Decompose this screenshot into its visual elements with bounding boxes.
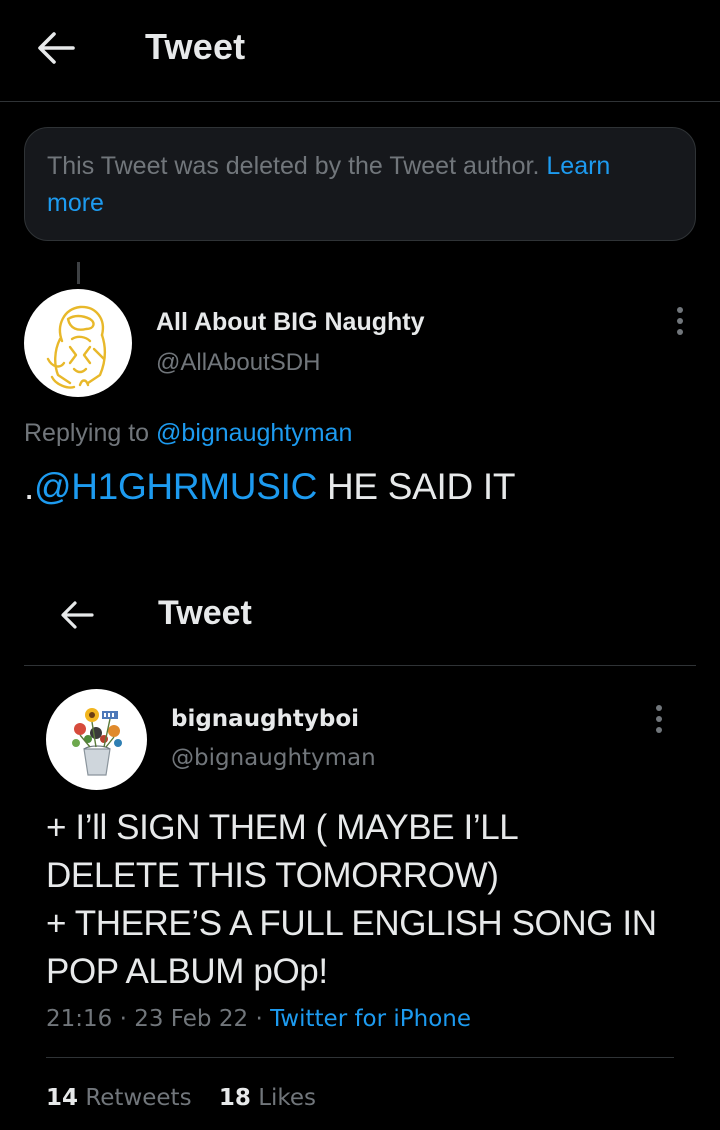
retweets-stat: 14 Retweets bbox=[46, 1085, 192, 1111]
likes-stat: 18 Likes bbox=[219, 1085, 316, 1111]
tweet-time: 21:16 bbox=[46, 1006, 113, 1032]
tweet-text-rest: HE SAID IT bbox=[316, 466, 516, 507]
tweet-date: 23 Feb 22 bbox=[134, 1006, 249, 1032]
thread-connector-line bbox=[77, 262, 80, 284]
arrow-left-icon bbox=[38, 32, 75, 64]
embedded-tweet-text: + I’ll SIGN THEM ( MAYBE I’LL DELETE THI… bbox=[46, 804, 686, 996]
more-vertical-icon bbox=[677, 307, 683, 313]
flower-bucket-icon bbox=[72, 708, 122, 776]
embedded-tweet-line: + I’ll SIGN THEM ( MAYBE I’LL bbox=[46, 808, 519, 847]
embedded-tweet-line: + THERE’S A FULL ENGLISH SONG IN bbox=[46, 904, 657, 943]
embedded-title: Tweet bbox=[158, 594, 252, 632]
more-vertical-icon bbox=[656, 705, 662, 711]
meta-separator: · bbox=[119, 1006, 127, 1032]
likes-label: Likes bbox=[258, 1085, 317, 1111]
avatar-drawing-icon bbox=[46, 305, 106, 389]
page-title: Tweet bbox=[145, 26, 246, 67]
more-options-button[interactable] bbox=[664, 303, 696, 339]
meta-divider bbox=[46, 1057, 674, 1058]
likes-count: 18 bbox=[218, 1085, 251, 1111]
replying-label: Replying to bbox=[24, 419, 150, 447]
back-button[interactable] bbox=[28, 22, 84, 74]
retweets-count: 14 bbox=[46, 1085, 79, 1111]
deleted-tweet-notice: This Tweet was deleted by the Tweet auth… bbox=[24, 127, 696, 241]
retweets-label: Retweets bbox=[85, 1085, 192, 1111]
replying-handle-link[interactable]: @bignaughtyman bbox=[156, 419, 352, 447]
top-header bbox=[0, 0, 720, 102]
embedded-author-name: bignaughtyboi bbox=[171, 706, 360, 732]
notice-text: This Tweet was deleted by the Tweet auth… bbox=[47, 152, 540, 180]
tweet-text: .@H1GHRMUSIC HE SAID IT bbox=[24, 466, 515, 508]
replying-to: Replying to @bignaughtyman bbox=[24, 419, 352, 448]
author-name[interactable]: All About BIG Naughty bbox=[156, 308, 425, 337]
embedded-tweet-line: POP ALBUM pOp! bbox=[46, 952, 328, 991]
tweet-text-prefix: . bbox=[24, 466, 34, 507]
embedded-divider bbox=[24, 665, 696, 666]
tweet-metadata: 21:16 · 23 Feb 22 · Twitter for iPhone bbox=[46, 1006, 471, 1032]
arrow-left-icon bbox=[61, 601, 94, 629]
avatar[interactable] bbox=[24, 289, 132, 397]
tweet-source: Twitter for iPhone bbox=[270, 1006, 472, 1032]
embedded-back-icon-wrapper bbox=[50, 592, 104, 638]
mention-link[interactable]: @H1GHRMUSIC bbox=[34, 466, 317, 507]
meta-separator: · bbox=[255, 1006, 263, 1032]
embedded-more-options bbox=[643, 701, 675, 737]
author-handle[interactable]: @AllAboutSDH bbox=[156, 349, 320, 377]
embedded-avatar bbox=[46, 689, 147, 790]
embedded-tweet-line: DELETE THIS TOMORROW) bbox=[46, 856, 499, 895]
tweet-stats: 14 Retweets 18 Likes bbox=[46, 1085, 336, 1111]
embedded-author-handle: @bignaughtyman bbox=[171, 745, 376, 771]
